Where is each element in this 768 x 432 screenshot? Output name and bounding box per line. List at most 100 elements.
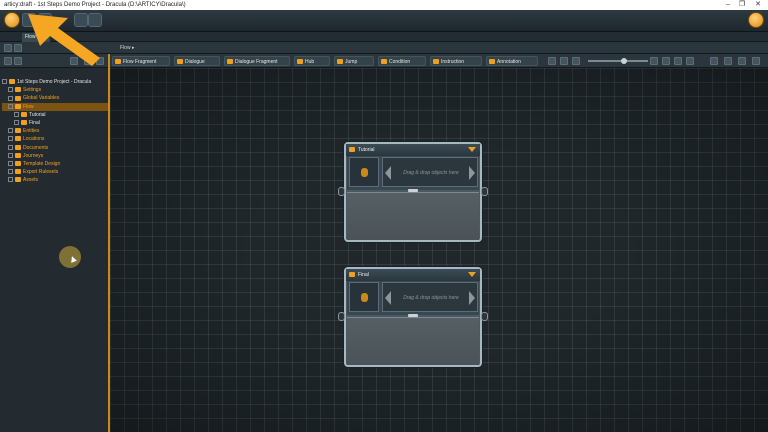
maximize-button[interactable]: ❐ <box>736 0 748 10</box>
home-icon[interactable] <box>4 44 12 52</box>
toolbar-dialogue-fragment-button[interactable]: Dialogue Fragment <box>224 56 290 66</box>
toolbar-item-label: Instruction <box>441 59 465 65</box>
tree-item-label: Settings <box>23 87 42 94</box>
input-port[interactable] <box>338 312 345 321</box>
node-body: Drag & drop objects here <box>347 156 479 190</box>
toolbar-jump-button[interactable]: Jump <box>334 56 374 66</box>
expand-toggle-icon[interactable] <box>14 120 19 126</box>
node-text-area[interactable] <box>347 192 479 240</box>
toolbar-item-label: Flow Fragment <box>123 59 157 65</box>
breadcrumb: Flow ▸ <box>120 42 134 54</box>
view-tool-button[interactable] <box>752 57 760 65</box>
expand-toggle-icon[interactable] <box>8 95 13 101</box>
scroll-right-icon[interactable] <box>469 166 475 180</box>
expand-toggle-icon[interactable] <box>8 128 13 134</box>
toolbar-flow-fragment-button[interactable]: Flow Fragment <box>112 56 170 66</box>
node-preview[interactable] <box>349 157 379 187</box>
zoom-slider-knob[interactable] <box>621 58 627 64</box>
breadcrumb-flow[interactable]: Flow <box>120 45 131 51</box>
flow-node-tutorial[interactable]: Tutorial Drag & drop objects here <box>344 142 482 242</box>
expand-toggle-icon[interactable] <box>8 87 13 93</box>
collapse-arrow-icon[interactable] <box>468 147 476 152</box>
output-port[interactable] <box>481 312 488 321</box>
pin-icon <box>361 168 368 177</box>
folder-icon <box>21 120 27 126</box>
expand-toggle-icon[interactable] <box>8 152 13 158</box>
close-button[interactable]: ✕ <box>752 0 764 10</box>
tree-item-label: Entities <box>23 128 40 135</box>
tree-item[interactable]: Template Design <box>2 160 108 168</box>
node-title: Final <box>358 272 369 278</box>
scroll-left-icon[interactable] <box>385 166 391 180</box>
tree-item[interactable]: Documents <box>2 144 108 152</box>
node-header[interactable]: Final <box>346 269 480 281</box>
expand-toggle-icon[interactable] <box>8 136 13 142</box>
toolbar-instruction-button[interactable]: Instruction <box>430 56 482 66</box>
user-avatar-icon[interactable] <box>748 12 764 28</box>
node-text-area[interactable] <box>347 317 479 365</box>
zoom-slider-track[interactable] <box>588 60 648 62</box>
tree-item[interactable]: Tutorial <box>2 111 108 119</box>
navigator-tool-1[interactable] <box>4 57 12 65</box>
toolbar-item-label: Dialogue Fragment <box>235 59 278 65</box>
expand-toggle-icon[interactable] <box>8 103 13 109</box>
navigator-tool-2[interactable] <box>14 57 22 65</box>
tree-item[interactable]: Global Variables <box>2 94 108 102</box>
view-tool-button[interactable] <box>674 57 682 65</box>
back-icon[interactable] <box>14 44 22 52</box>
expand-toggle-icon[interactable] <box>8 169 13 175</box>
expand-toggle-icon[interactable] <box>8 161 13 167</box>
document-tab-row: Flow <box>0 32 768 42</box>
view-tool-button[interactable] <box>686 57 694 65</box>
tree-item[interactable]: Entities <box>2 127 108 135</box>
annotation-icon <box>489 59 495 64</box>
app-toolbar <box>0 10 768 32</box>
node-header[interactable]: Tutorial <box>346 144 480 156</box>
toolbar-condition-button[interactable]: Condition <box>378 56 426 66</box>
folder-icon <box>15 136 21 142</box>
tree-item[interactable]: 1st Steps Demo Project - Dracula <box>2 78 108 86</box>
view-tool-button[interactable] <box>738 57 746 65</box>
toolbar-hub-button[interactable]: Hub <box>294 56 330 66</box>
output-port[interactable] <box>481 187 488 196</box>
expand-toggle-icon[interactable] <box>14 111 19 117</box>
view-tool-button[interactable] <box>650 57 658 65</box>
flow-fragment-icon <box>349 272 355 277</box>
collapse-arrow-icon[interactable] <box>468 272 476 277</box>
scroll-left-icon[interactable] <box>385 291 391 305</box>
tree-item[interactable]: Locations <box>2 135 108 143</box>
toolbar-dialogue-button[interactable]: Dialogue <box>174 56 220 66</box>
view-tool-button[interactable] <box>662 57 670 65</box>
scroll-right-icon[interactable] <box>469 291 475 305</box>
view-tool-button[interactable] <box>560 57 568 65</box>
flow-canvas[interactable]: Tutorial Drag & drop objects here Final … <box>110 68 768 432</box>
toolbar-annotation-button[interactable]: Annotation <box>486 56 538 66</box>
node-preview[interactable] <box>349 282 379 312</box>
expand-toggle-icon[interactable] <box>2 79 7 85</box>
view-tool-button[interactable] <box>548 57 556 65</box>
input-port[interactable] <box>338 187 345 196</box>
view-tool-button[interactable] <box>724 57 732 65</box>
minimize-button[interactable]: – <box>722 0 734 10</box>
folder-icon <box>15 128 21 134</box>
canvas-vignette <box>110 68 768 432</box>
tree-item[interactable]: Journeys <box>2 152 108 160</box>
node-title: Tutorial <box>358 147 375 153</box>
view-tool-button[interactable] <box>572 57 580 65</box>
node-drop-zone[interactable]: Drag & drop objects here <box>382 157 478 187</box>
node-drop-zone[interactable]: Drag & drop objects here <box>382 282 478 312</box>
expand-toggle-icon[interactable] <box>8 177 13 183</box>
app-logo-icon[interactable] <box>4 12 20 28</box>
expand-toggle-icon[interactable] <box>8 144 13 150</box>
tree-item[interactable]: Final <box>2 119 108 127</box>
flow-node-final[interactable]: Final Drag & drop objects here <box>344 267 482 367</box>
dialogue-fragment-icon <box>227 59 233 64</box>
tree-item[interactable]: Export Rulesets <box>2 168 108 176</box>
tree-item-label: Journeys <box>23 152 44 159</box>
tree-item[interactable]: Settings <box>2 86 108 94</box>
view-tool-button[interactable] <box>710 57 718 65</box>
tree-item[interactable]: Assets <box>2 176 108 184</box>
navigator-panel: 1st Steps Demo Project - Dracula Settings… <box>0 54 110 432</box>
tree-item-label: Export Rulesets <box>23 169 59 176</box>
tree-item[interactable]: Flow <box>2 102 108 111</box>
